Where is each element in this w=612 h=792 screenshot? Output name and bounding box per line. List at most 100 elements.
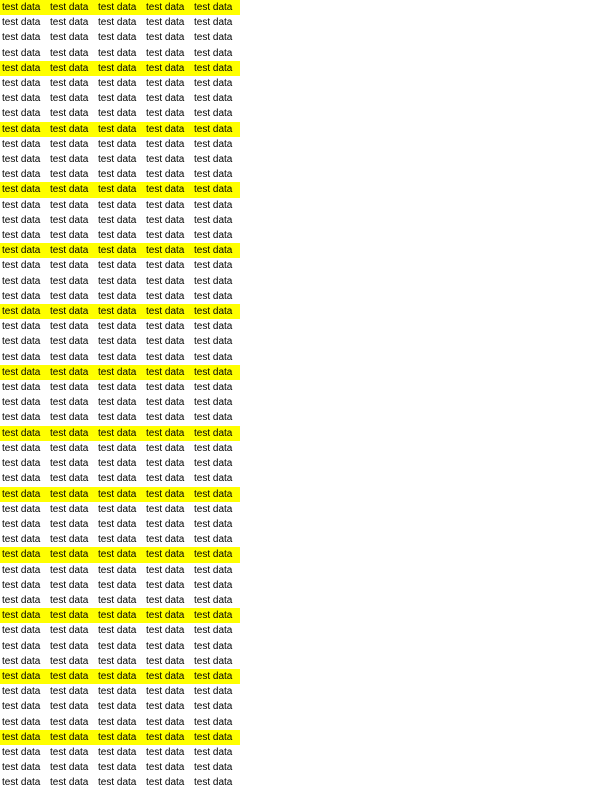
table-cell[interactable]: test data [96,121,144,137]
table-cell[interactable]: test data [192,623,240,638]
table-cell[interactable]: test data [48,517,96,532]
table-cell[interactable]: test data [96,380,144,395]
table-cell[interactable]: test data [144,274,192,289]
table-cell[interactable]: test data [48,410,96,425]
table-cell[interactable]: test data [48,502,96,517]
table-cell[interactable]: test data [192,380,240,395]
table-cell[interactable]: test data [0,563,48,578]
table-cell[interactable]: test data [48,623,96,638]
table-cell[interactable]: test data [144,563,192,578]
table-cell[interactable]: test data [48,547,96,563]
table-cell[interactable]: test data [192,228,240,243]
table-cell[interactable]: test data [0,668,48,685]
table-cell[interactable]: test data [48,182,96,198]
table-cell[interactable]: test data [192,532,240,547]
table-cell[interactable]: test data [48,243,96,259]
table-cell[interactable]: test data [96,729,144,745]
table-cell[interactable]: test data [96,137,144,152]
table-cell[interactable]: test data [48,668,96,685]
table-cell[interactable]: test data [144,258,192,273]
table-cell[interactable]: test data [144,15,192,30]
table-cell[interactable]: test data [144,699,192,714]
table-cell[interactable]: test data [96,30,144,45]
table-cell[interactable]: test data [48,304,96,320]
table-cell[interactable]: test data [192,350,240,365]
table-cell[interactable]: test data [144,91,192,106]
table-cell[interactable]: test data [0,425,48,441]
table-cell[interactable]: test data [48,715,96,730]
table-cell[interactable]: test data [192,106,240,121]
table-cell[interactable]: test data [192,46,240,61]
table-cell[interactable]: test data [96,60,144,77]
table-cell[interactable]: test data [48,471,96,486]
table-cell[interactable]: test data [96,471,144,486]
table-cell[interactable]: test data [0,0,48,16]
table-cell[interactable]: test data [0,213,48,228]
table-cell[interactable]: test data [0,441,48,456]
table-cell[interactable]: test data [192,395,240,410]
table-cell[interactable]: test data [144,532,192,547]
table-cell[interactable]: test data [96,289,144,304]
table-cell[interactable]: test data [0,395,48,410]
table-cell[interactable]: test data [48,350,96,365]
table-cell[interactable]: test data [96,547,144,563]
table-cell[interactable]: test data [144,654,192,669]
table-cell[interactable]: test data [96,456,144,471]
table-cell[interactable]: test data [192,578,240,593]
table-cell[interactable]: test data [48,334,96,349]
table-cell[interactable]: test data [144,395,192,410]
table-cell[interactable]: test data [48,684,96,699]
table-cell[interactable]: test data [96,760,144,775]
table-cell[interactable]: test data [0,502,48,517]
table-cell[interactable]: test data [144,319,192,334]
table-cell[interactable]: test data [48,258,96,273]
table-cell[interactable]: test data [192,410,240,425]
table-cell[interactable]: test data [96,441,144,456]
table-cell[interactable]: test data [0,760,48,775]
table-cell[interactable]: test data [96,350,144,365]
table-cell[interactable]: test data [144,517,192,532]
table-cell[interactable]: test data [192,60,240,77]
table-cell[interactable]: test data [0,471,48,486]
table-cell[interactable]: test data [192,593,240,608]
table-cell[interactable]: test data [144,684,192,699]
table-cell[interactable]: test data [192,668,240,685]
table-cell[interactable]: test data [192,471,240,486]
table-cell[interactable]: test data [96,578,144,593]
table-cell[interactable]: test data [144,137,192,152]
table-cell[interactable]: test data [0,775,48,790]
table-cell[interactable]: test data [48,137,96,152]
table-cell[interactable]: test data [192,745,240,760]
table-cell[interactable]: test data [96,410,144,425]
table-cell[interactable]: test data [96,654,144,669]
table-cell[interactable]: test data [144,547,192,563]
table-cell[interactable]: test data [96,364,144,381]
table-cell[interactable]: test data [48,198,96,213]
table-cell[interactable]: test data [144,715,192,730]
table-cell[interactable]: test data [0,547,48,563]
table-cell[interactable]: test data [192,243,240,259]
table-cell[interactable]: test data [48,91,96,106]
table-cell[interactable]: test data [144,213,192,228]
table-cell[interactable]: test data [48,745,96,760]
table-cell[interactable]: test data [0,456,48,471]
table-cell[interactable]: test data [96,517,144,532]
table-cell[interactable]: test data [96,623,144,638]
table-cell[interactable]: test data [48,578,96,593]
table-cell[interactable]: test data [0,364,48,381]
table-cell[interactable]: test data [48,441,96,456]
table-cell[interactable]: test data [96,593,144,608]
table-cell[interactable]: test data [48,46,96,61]
table-cell[interactable]: test data [48,228,96,243]
table-cell[interactable]: test data [48,654,96,669]
table-cell[interactable]: test data [48,30,96,45]
table-cell[interactable]: test data [96,182,144,198]
table-cell[interactable]: test data [192,563,240,578]
table-cell[interactable]: test data [144,729,192,745]
table-cell[interactable]: test data [0,60,48,77]
table-cell[interactable]: test data [144,60,192,77]
table-cell[interactable]: test data [144,106,192,121]
table-cell[interactable]: test data [144,243,192,259]
table-cell[interactable]: test data [144,502,192,517]
table-cell[interactable]: test data [144,30,192,45]
